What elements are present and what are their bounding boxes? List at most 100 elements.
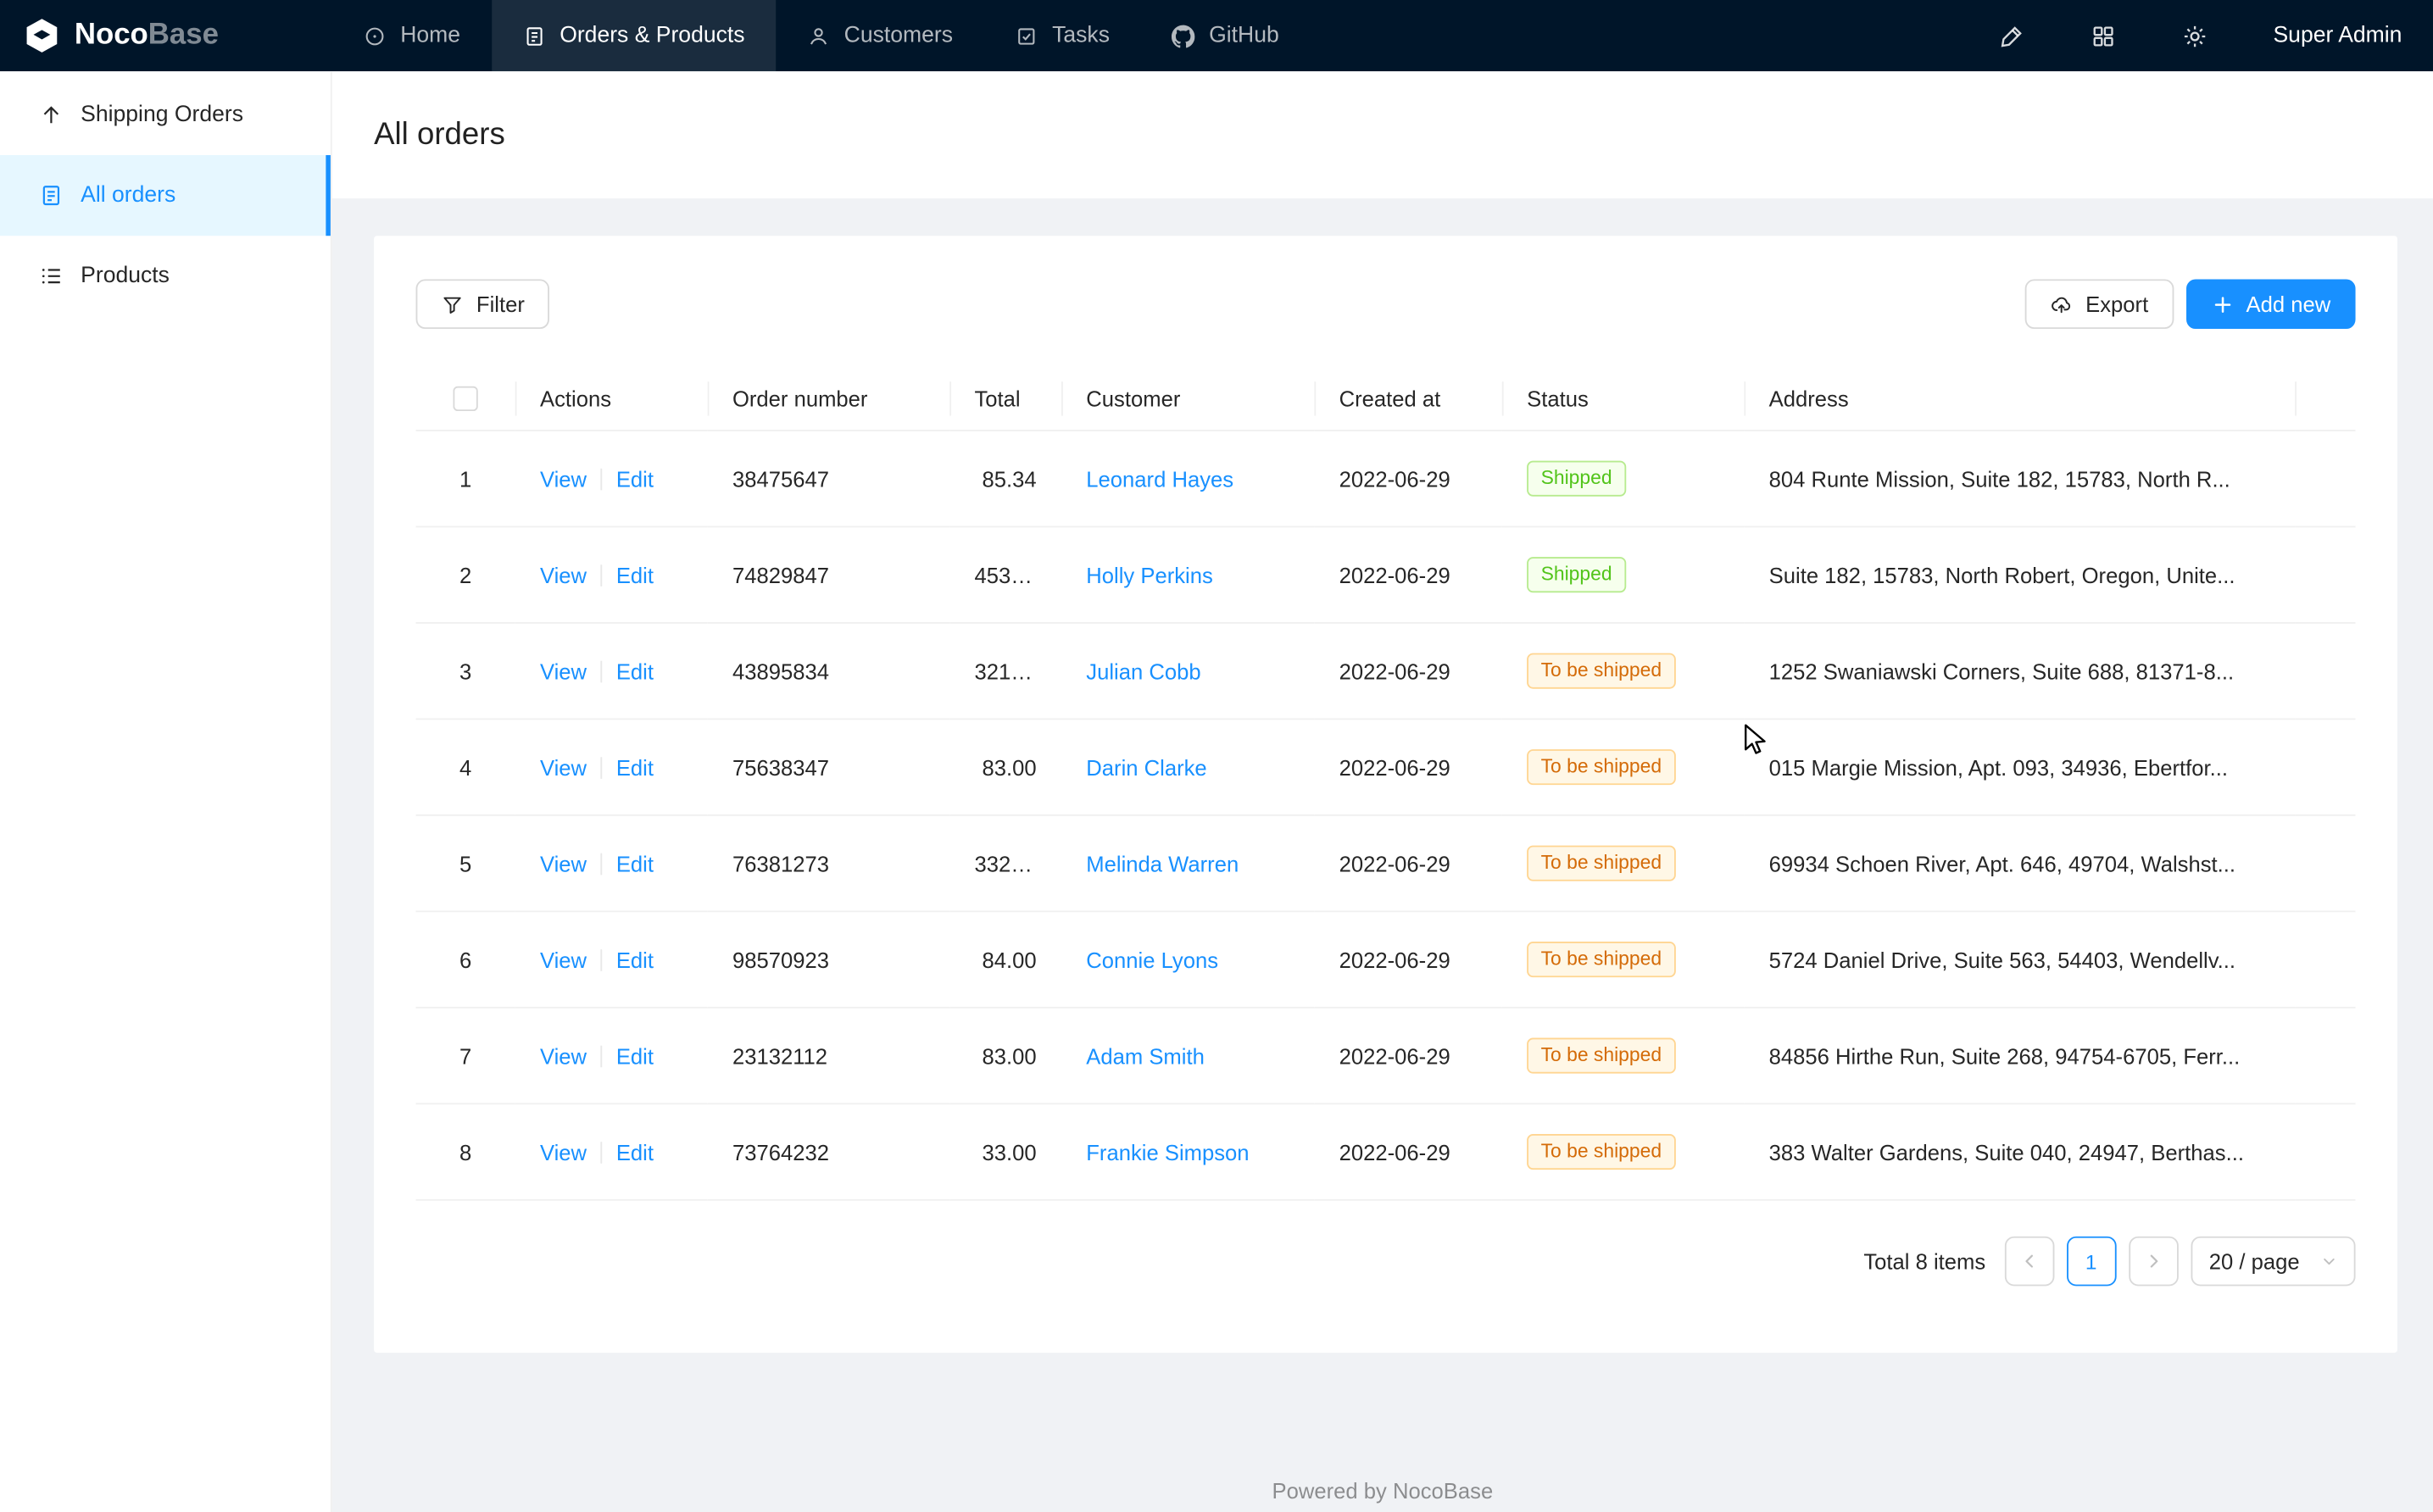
total-cell: 332.00	[949, 815, 1061, 911]
customer-link[interactable]: Melinda Warren	[1086, 852, 1239, 876]
page-size-select[interactable]: 20 / page	[2191, 1237, 2356, 1287]
page-title: All orders	[374, 117, 505, 153]
list-icon	[39, 264, 64, 288]
customer-link[interactable]: Adam Smith	[1086, 1043, 1205, 1068]
row-index: 5	[459, 852, 471, 876]
order-number-cell: 76381273	[708, 815, 950, 911]
table-row: 7 ViewEdit 23132112 83.00 Adam Smith 202…	[416, 1008, 2356, 1103]
action-divider	[601, 468, 603, 490]
select-all-checkbox[interactable]	[453, 386, 477, 411]
action-divider	[601, 1045, 603, 1067]
github-icon	[1172, 24, 1194, 47]
nav-item-tasks[interactable]: Tasks	[984, 0, 1141, 71]
sidebar-item-shipping-orders[interactable]: Shipping Orders	[0, 75, 331, 155]
customer-link[interactable]: Leonard Hayes	[1086, 467, 1233, 492]
row-index: 6	[459, 948, 471, 972]
highlighter-icon[interactable]	[1998, 23, 2024, 49]
view-link[interactable]: View	[540, 467, 587, 492]
table-row: 2 ViewEdit 74829847 453.00 Holly Perkins…	[416, 527, 2356, 623]
customer-link[interactable]: Julian Cobb	[1086, 659, 1200, 684]
pagination: Total 8 items 1 20 / page	[416, 1237, 2356, 1287]
customer-link[interactable]: Holly Perkins	[1086, 563, 1213, 587]
add-new-button[interactable]: Add new	[2185, 279, 2355, 329]
chevron-down-icon	[2321, 1254, 2336, 1270]
address-cell: 383 Walter Gardens, Suite 040, 24947, Be…	[1744, 1104, 2295, 1200]
total-cell: 84.00	[949, 912, 1061, 1008]
nav-item-label: GitHub	[1209, 23, 1279, 47]
nav-item-label: Orders & Products	[560, 23, 744, 47]
add-new-button-label: Add new	[2246, 292, 2331, 316]
nocobase-logo-icon	[22, 15, 63, 56]
edit-link[interactable]: Edit	[616, 467, 654, 492]
table-toolbar: Filter Export Add new	[416, 279, 2356, 329]
page-number-button[interactable]: 1	[2066, 1237, 2116, 1287]
sidebar-item-label: Products	[81, 264, 170, 288]
order-number-cell: 73764232	[708, 1104, 950, 1200]
customer-link[interactable]: Frankie Simpson	[1086, 1140, 1249, 1165]
orders-icon	[522, 24, 545, 47]
edit-link[interactable]: Edit	[616, 852, 654, 876]
customers-icon	[807, 24, 830, 47]
page-size-value: 20 / page	[2209, 1249, 2300, 1274]
view-link[interactable]: View	[540, 852, 587, 876]
apps-grid-icon[interactable]	[2090, 23, 2116, 49]
created-at-cell: 2022-06-29	[1314, 1104, 1501, 1200]
toolbar-right: Export Add new	[2025, 279, 2356, 329]
brand-logo[interactable]: NocoBase	[0, 0, 332, 71]
row-index: 7	[459, 1043, 471, 1068]
total-cell: 321.00	[949, 623, 1061, 719]
table-row: 8 ViewEdit 73764232 33.00 Frankie Simpso…	[416, 1104, 2356, 1200]
column-header-spacer	[2295, 366, 2355, 431]
order-number-cell: 43895834	[708, 623, 950, 719]
total-cell: 83.00	[949, 1008, 1061, 1103]
created-at-cell: 2022-06-29	[1314, 1008, 1501, 1103]
export-button[interactable]: Export	[2025, 279, 2174, 329]
sidebar-item-products[interactable]: Products	[0, 236, 331, 316]
edit-link[interactable]: Edit	[616, 755, 654, 780]
created-at-cell: 2022-06-29	[1314, 720, 1501, 815]
view-link[interactable]: View	[540, 755, 587, 780]
edit-link[interactable]: Edit	[616, 659, 654, 684]
row-index: 4	[459, 755, 471, 780]
action-divider	[601, 564, 603, 586]
app-root: NocoBase Home Orders & Products Cust	[0, 0, 2433, 1512]
view-link[interactable]: View	[540, 1140, 587, 1165]
edit-link[interactable]: Edit	[616, 948, 654, 972]
edit-link[interactable]: Edit	[616, 1043, 654, 1068]
order-number-cell: 38475647	[708, 431, 950, 526]
edit-link[interactable]: Edit	[616, 563, 654, 587]
created-at-cell: 2022-06-29	[1314, 815, 1501, 911]
sidebar-item-all-orders[interactable]: All orders	[0, 155, 331, 236]
navbar-right: Super Admin	[1998, 0, 2433, 71]
status-badge: Shipped	[1527, 558, 1626, 593]
nav-item-customers[interactable]: Customers	[776, 0, 983, 71]
table-header-row: Actions Order number Total Customer Crea…	[416, 366, 2356, 431]
nav-item-github[interactable]: GitHub	[1141, 0, 1311, 71]
customer-link[interactable]: Connie Lyons	[1086, 948, 1218, 972]
column-header-customer: Customer	[1061, 366, 1314, 431]
nav-item-home[interactable]: Home	[332, 0, 492, 71]
status-badge: To be shipped	[1527, 1038, 1675, 1074]
prev-page-button[interactable]	[2004, 1237, 2054, 1287]
status-badge: To be shipped	[1527, 846, 1675, 881]
address-cell: 5724 Daniel Drive, Suite 563, 54403, Wen…	[1744, 912, 2295, 1008]
orders-table-body: 1 ViewEdit 38475647 85.34 Leonard Hayes …	[416, 431, 2356, 1200]
filter-button[interactable]: Filter	[416, 279, 550, 329]
view-link[interactable]: View	[540, 1043, 587, 1068]
view-link[interactable]: View	[540, 659, 587, 684]
view-link[interactable]: View	[540, 948, 587, 972]
nav-item-orders-products[interactable]: Orders & Products	[492, 0, 776, 71]
next-page-button[interactable]	[2129, 1237, 2179, 1287]
status-badge: To be shipped	[1527, 750, 1675, 786]
edit-link[interactable]: Edit	[616, 1140, 654, 1165]
customer-link[interactable]: Darin Clarke	[1086, 755, 1206, 780]
orders-card: Filter Export Add new	[374, 236, 2397, 1353]
gear-icon[interactable]	[2181, 23, 2208, 49]
order-number-cell: 75638347	[708, 720, 950, 815]
chevron-right-icon	[2144, 1253, 2163, 1271]
view-link[interactable]: View	[540, 563, 587, 587]
user-menu[interactable]: Super Admin	[2273, 23, 2402, 47]
orders-table: Actions Order number Total Customer Crea…	[416, 366, 2356, 1201]
sidebar-item-label: Shipping Orders	[81, 103, 243, 127]
action-divider	[601, 1142, 603, 1164]
